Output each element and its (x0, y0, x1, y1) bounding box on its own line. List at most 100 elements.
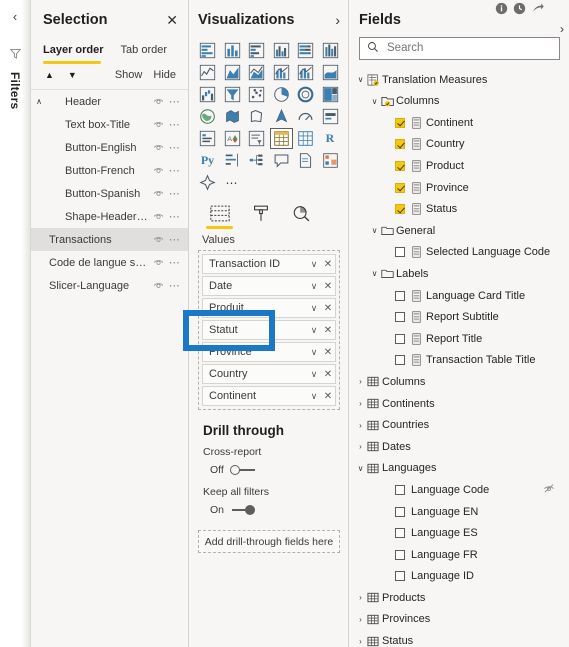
field-checkbox[interactable] (395, 528, 405, 539)
field-tree-item[interactable]: ∨ Languages (349, 458, 569, 480)
stacked-bar-chart-icon[interactable] (196, 40, 219, 61)
chevron-down-icon[interactable]: ∨ (368, 97, 381, 106)
visibility-eye-icon[interactable] (150, 257, 167, 268)
remove-field-icon[interactable]: ✕ (321, 259, 335, 270)
selection-item[interactable]: Button-French ⋯ (31, 159, 188, 182)
field-checkbox[interactable] (395, 484, 405, 495)
fields-expand-chevron-icon[interactable]: › (560, 22, 564, 36)
chevron-right-icon[interactable]: › (335, 13, 340, 27)
remove-field-icon[interactable]: ✕ (321, 281, 335, 292)
show-all-button[interactable]: Show (115, 69, 143, 81)
field-tree-item[interactable]: › Columns (349, 371, 569, 393)
chevron-right-icon[interactable]: › (354, 442, 367, 451)
share-arrow-icon[interactable] (531, 2, 544, 15)
field-checkbox-checked[interactable] (395, 161, 405, 171)
chevron-down-icon[interactable]: ∨ (368, 269, 381, 278)
field-tree-item[interactable]: › Continents (349, 393, 569, 415)
area-chart-icon[interactable] (221, 62, 244, 83)
chevron-down-icon[interactable]: ∨ (307, 303, 321, 314)
close-icon[interactable]: ✕ (166, 13, 178, 27)
chevron-right-icon[interactable]: › (354, 615, 367, 624)
chevron-down-icon[interactable]: ∨ (354, 464, 367, 473)
field-tree-item[interactable]: › Status (349, 630, 569, 647)
chevron-right-icon[interactable]: › (354, 377, 367, 386)
more-options-icon[interactable]: ⋯ (167, 233, 182, 246)
field-tree-item[interactable]: Province (349, 177, 569, 199)
field-tree-item[interactable]: Status (349, 198, 569, 220)
chevron-down-icon[interactable]: ∨ (307, 391, 321, 402)
chevron-down-icon[interactable]: ∨ (307, 347, 321, 358)
field-tree-item[interactable]: Language FR (349, 544, 569, 566)
field-checkbox[interactable] (395, 355, 405, 366)
value-field-chip[interactable]: Transaction ID ∨ ✕ (202, 254, 336, 274)
more-options-icon[interactable]: ⋯ (167, 164, 182, 177)
cross-report-toggle-row[interactable]: Off (189, 461, 348, 486)
field-tree-item[interactable]: Continent (349, 112, 569, 134)
field-tree-item[interactable]: Transaction Table Title (349, 350, 569, 372)
selection-item[interactable]: Text box-Title ⋯ (31, 113, 188, 136)
fields-search-box[interactable] (359, 37, 560, 60)
search-input[interactable] (385, 41, 552, 56)
keep-all-filters-toggle[interactable] (230, 505, 256, 515)
more-options-icon[interactable]: ⋯ (167, 187, 182, 200)
paginated-report-icon[interactable] (294, 150, 317, 171)
move-up-arrow-icon[interactable]: ▲ (45, 70, 54, 80)
chevron-down-icon[interactable]: ∨ (307, 281, 321, 292)
azure-map-icon[interactable] (270, 106, 293, 127)
clock-history-icon[interactable] (513, 2, 526, 15)
stacked-area-chart-icon[interactable] (245, 62, 268, 83)
chevron-right-icon[interactable]: › (354, 637, 367, 646)
gauge-icon[interactable] (294, 106, 317, 127)
100-stacked-column-chart-icon[interactable] (319, 40, 342, 61)
info-icon[interactable] (495, 2, 508, 15)
field-checkbox[interactable] (395, 333, 405, 344)
chevron-down-icon[interactable]: ∨ (307, 259, 321, 270)
line-stacked-column-chart-icon[interactable] (270, 62, 293, 83)
move-down-arrow-icon[interactable]: ▼ (68, 70, 77, 80)
selection-item[interactable]: Code de langue sélec... ⋯ (31, 251, 188, 274)
field-tree-item[interactable]: › Countries (349, 414, 569, 436)
visibility-eye-icon[interactable] (150, 165, 167, 176)
more-options-icon[interactable]: ⋯ (167, 95, 182, 108)
field-checkbox[interactable] (395, 290, 405, 301)
chevron-down-icon[interactable]: ∨ (307, 369, 321, 380)
value-field-chip[interactable]: Produit ∨ ✕ (202, 298, 336, 318)
slicer-icon[interactable] (245, 128, 268, 149)
filled-map-icon[interactable] (221, 106, 244, 127)
python-visual-icon[interactable]: Py (196, 150, 219, 171)
remove-field-icon[interactable]: ✕ (321, 347, 335, 358)
map-icon[interactable] (196, 106, 219, 127)
field-checkbox[interactable] (395, 312, 405, 323)
field-tree-item[interactable]: Report Title (349, 328, 569, 350)
matrix-icon[interactable] (294, 128, 317, 149)
r-script-visual-icon[interactable]: R (319, 128, 342, 149)
field-tree-item[interactable]: Language EN (349, 501, 569, 523)
visibility-eye-icon[interactable] (150, 142, 167, 153)
pie-chart-icon[interactable] (270, 84, 293, 105)
100-stacked-bar-chart-icon[interactable] (294, 40, 317, 61)
drill-through-drop-zone[interactable]: Add drill-through fields here (198, 530, 340, 553)
field-checkbox-checked[interactable] (395, 182, 405, 193)
value-field-chip[interactable]: Date ∨ ✕ (202, 276, 336, 296)
cross-report-toggle[interactable] (229, 465, 256, 475)
tab-tab-order[interactable]: Tab order (121, 44, 167, 59)
field-tree-item[interactable]: Product (349, 155, 569, 177)
smart-narrative-icon[interactable] (196, 172, 219, 193)
hide-all-button[interactable]: Hide (153, 69, 176, 81)
field-checkbox[interactable] (395, 549, 405, 560)
format-tab[interactable] (247, 204, 274, 229)
chevron-down-icon[interactable]: ∨ (368, 226, 381, 235)
field-tree-item[interactable]: ∨ Translation Measures (349, 69, 569, 91)
field-checkbox[interactable] (395, 247, 405, 258)
selection-item[interactable]: Transactions ⋯ (31, 228, 188, 251)
treemap-icon[interactable] (319, 84, 342, 105)
qa-visual-icon[interactable] (270, 150, 293, 171)
field-tree-item[interactable]: ∨ Labels (349, 263, 569, 285)
line-chart-icon[interactable] (196, 62, 219, 83)
field-checkbox[interactable] (395, 571, 405, 582)
chevron-right-icon[interactable]: › (354, 593, 367, 602)
more-options-icon[interactable]: ⋯ (221, 172, 244, 193)
line-clustered-column-chart-icon[interactable] (294, 62, 317, 83)
field-tree-item[interactable]: Report Subtitle (349, 306, 569, 328)
field-checkbox[interactable] (395, 506, 405, 517)
